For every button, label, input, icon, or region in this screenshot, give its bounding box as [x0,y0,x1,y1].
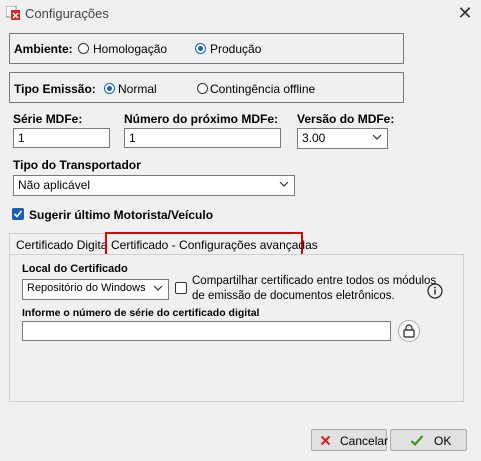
window-title: Configurações [25,6,109,21]
tab-configuracoes-avancadas[interactable]: Certificado - Configurações avançadas [105,232,318,256]
serie-certificado-input[interactable] [22,321,391,341]
title-bar: Configurações ✕ [0,0,481,27]
radio-producao[interactable] [195,43,206,54]
normal-label: Normal [118,82,157,96]
transportador-value: Não aplicável [18,178,91,192]
versao-label: Versão do MDFe: [297,112,395,126]
tab-certificado-digital[interactable]: Certificado Digital [9,233,110,255]
serie-input[interactable] [13,128,110,148]
radio-normal[interactable] [104,83,115,94]
local-certificado-label: Local do Certificado [22,263,128,275]
serie-certificado-label: Informe o número de série do certificado… [22,307,260,319]
local-certificado-value: Repositório do Windows [27,282,146,294]
tab-certificado-digital-label: Certificado Digital [16,238,111,252]
x-icon [320,435,331,446]
versao-select[interactable]: 3.00 [297,128,388,149]
numero-label: Número do próximo MDFe: [124,112,279,126]
compartilhar-label-line2: de emissão de documentos eletrônicos. [192,290,395,302]
local-certificado-select[interactable]: Repositório do Windows [22,279,169,300]
tipo-emissao-label: Tipo Emissão: [14,82,96,96]
certificado-tab-panel: Local do Certificado Repositório do Wind… [9,254,464,402]
ok-label: OK [434,434,452,448]
versao-value: 3.00 [302,131,326,145]
numero-input[interactable] [124,128,281,148]
certificate-search-button[interactable] [398,320,420,342]
radio-contingencia[interactable] [197,83,208,94]
chevron-down-icon [279,181,289,187]
tab-configuracoes-avancadas-label: Certificado - Configurações avançadas [111,238,318,252]
certificate-search-icon [403,324,415,338]
app-logo-icon [6,6,20,20]
sugerir-checkbox[interactable] [12,208,24,220]
check-icon [410,435,424,447]
producao-label: Produção [210,42,262,56]
ok-button[interactable]: OK [390,429,467,451]
contingencia-label: Contingência offline [210,82,316,96]
cancel-label: Cancelar [340,434,389,448]
homologacao-label: Homologação [93,42,168,56]
compartilhar-checkbox[interactable] [175,282,187,294]
radio-homologacao[interactable] [78,43,89,54]
sugerir-label: Sugerir último Motorista/Veículo [29,208,214,222]
chevron-down-icon [153,285,163,291]
compartilhar-label-line1: Compartilhar certificado entre todos os … [192,275,437,287]
ambiente-group: Ambiente: Homologação Produção [9,33,404,64]
check-mark-icon [13,210,23,218]
close-icon[interactable]: ✕ [454,2,476,24]
info-icon[interactable] [427,283,443,299]
chevron-down-icon [372,134,382,140]
tipo-emissao-group: Tipo Emissão: Normal Contingência offlin… [9,72,404,103]
transportador-select[interactable]: Não aplicável [13,175,295,196]
ambiente-label: Ambiente: [14,42,73,56]
transportador-label: Tipo do Transportador [13,158,141,172]
serie-label: Série MDFe: [13,112,83,126]
cancel-button[interactable]: Cancelar [311,429,389,451]
